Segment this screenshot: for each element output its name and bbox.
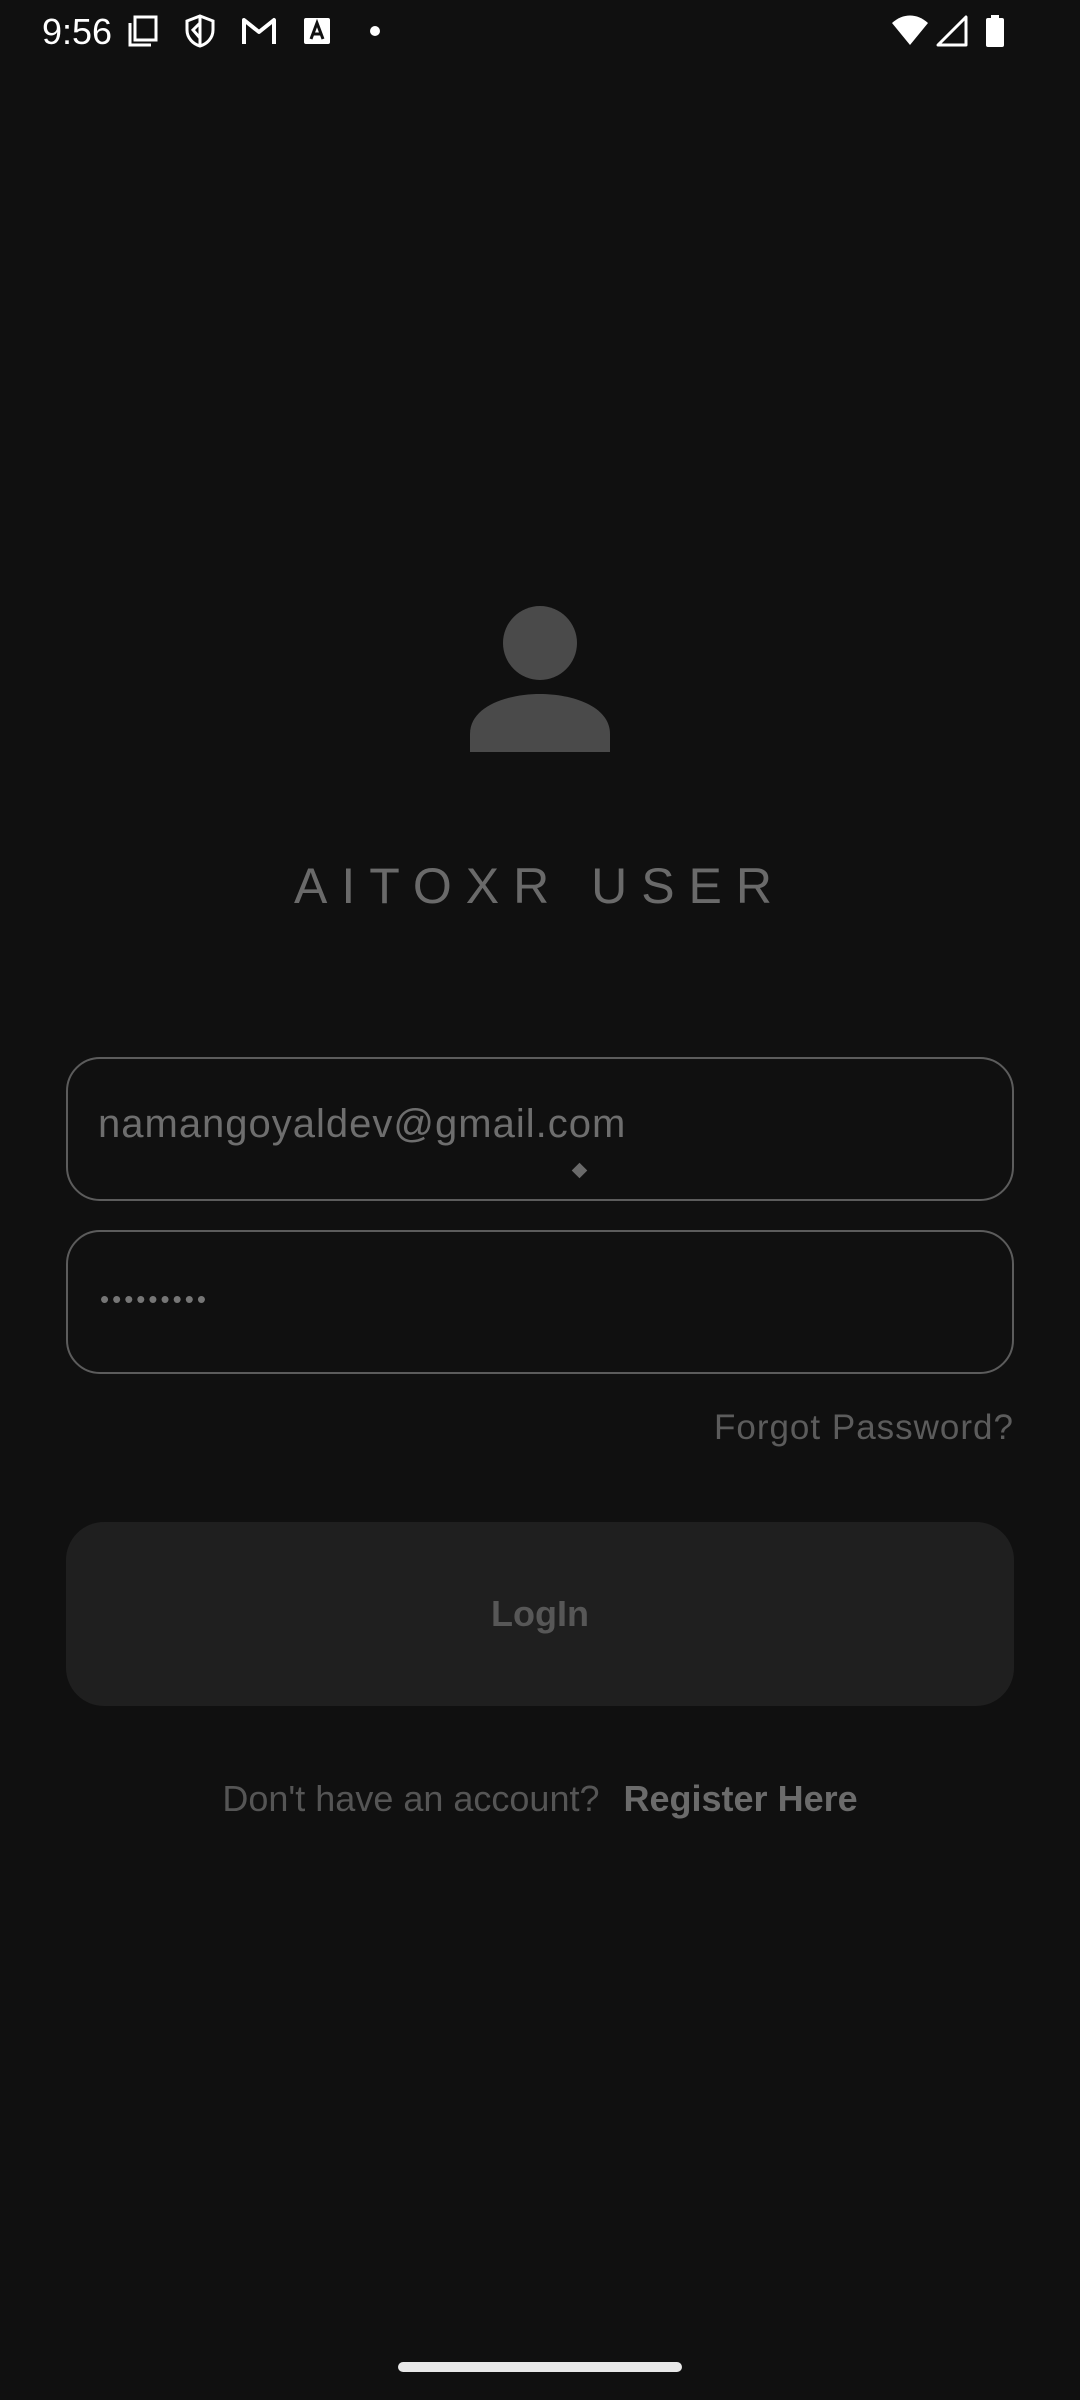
email-value: namangoyaldev@gmail.com: [98, 1102, 627, 1146]
status-time: 9:56: [42, 11, 113, 52]
person-icon: [470, 606, 610, 752]
wifi-icon: [892, 15, 928, 45]
shield-icon: [185, 14, 215, 48]
screenshot-icon: [128, 15, 158, 47]
login-button-label: LogIn: [491, 1593, 589, 1634]
text-cursor-handle[interactable]: [571, 1162, 588, 1179]
gmail-icon: [242, 18, 276, 44]
battery-icon: [986, 15, 1004, 47]
register-row: Don't have an account? Register Here: [0, 1776, 1080, 1822]
login-button[interactable]: LogIn: [66, 1522, 1014, 1706]
register-prompt: Don't have an account?: [222, 1778, 600, 1819]
login-screen: 9:56 AITOXR USER namangoyaldev@gmail.com…: [0, 0, 1080, 2400]
app-a-icon: [304, 18, 330, 44]
dot-icon: [370, 26, 380, 36]
email-field[interactable]: namangoyaldev@gmail.com: [66, 1057, 1014, 1201]
password-field[interactable]: •••••••••: [66, 1230, 1014, 1374]
home-indicator[interactable]: [398, 2362, 682, 2372]
app-title: AITOXR USER: [293, 858, 787, 914]
status-bar: 9:56: [0, 0, 1080, 64]
register-link[interactable]: Register Here: [624, 1778, 858, 1819]
password-value: •••••••••: [100, 1284, 209, 1314]
forgot-password-link[interactable]: Forgot Password?: [714, 1406, 1014, 1450]
signal-icon: [936, 15, 968, 47]
